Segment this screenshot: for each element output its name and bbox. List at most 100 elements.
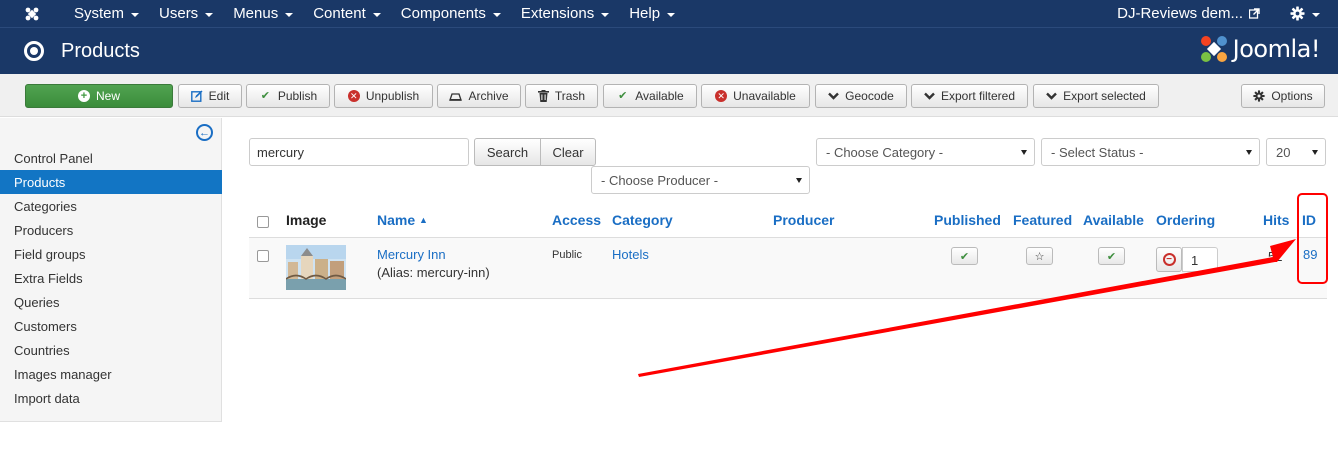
menu-extensions[interactable]: Extensions xyxy=(511,0,619,27)
caret-down-icon xyxy=(285,12,294,17)
caret-down-icon xyxy=(1312,12,1320,17)
search-button[interactable]: Search xyxy=(474,138,541,166)
limit-select[interactable]: 20 xyxy=(1266,138,1326,166)
sidebar-item-control-panel[interactable]: Control Panel xyxy=(0,146,222,170)
export-filtered-button[interactable]: Export filtered xyxy=(911,84,1028,108)
menu-label: Content xyxy=(313,5,366,22)
column-header-ordering[interactable]: Ordering xyxy=(1156,212,1215,228)
caret-down-icon xyxy=(131,12,140,17)
trash-button[interactable]: Trash xyxy=(525,84,598,108)
column-header-name[interactable]: Name ▲ xyxy=(377,212,428,228)
select-value: - Choose Category - xyxy=(826,144,944,160)
toolbar: + New Edit ✔ Publish ✕ Unpublish Archive… xyxy=(0,74,1338,117)
menu-label: Help xyxy=(629,5,661,22)
sidebar-item-customers[interactable]: Customers xyxy=(0,314,222,338)
product-thumbnail[interactable] xyxy=(286,245,346,290)
dropdown-arrow-icon xyxy=(1246,150,1252,155)
publish-button[interactable]: ✔ Publish xyxy=(246,84,330,108)
sort-asc-icon: ▲ xyxy=(419,215,428,225)
caret-down-icon xyxy=(372,12,381,17)
star-icon: ☆ xyxy=(1034,250,1045,263)
ordering-disabled-button[interactable]: − xyxy=(1156,247,1182,272)
product-name-link[interactable]: Mercury Inn xyxy=(377,247,446,262)
top-navbar: System Users Menus Content Components Ex… xyxy=(0,0,1338,27)
ordering-input[interactable]: 1 xyxy=(1182,247,1218,272)
column-header-available[interactable]: Available xyxy=(1083,212,1144,228)
column-header-access[interactable]: Access xyxy=(552,212,601,228)
button-label: New xyxy=(95,89,120,103)
joomla-menu-icon[interactable] xyxy=(0,6,64,22)
gear-icon xyxy=(1253,90,1265,102)
joomla-logo-icon xyxy=(1200,36,1227,62)
trash-icon xyxy=(537,90,549,102)
select-all-checkbox[interactable] xyxy=(257,216,269,228)
column-header-hits[interactable]: Hits xyxy=(1263,212,1289,228)
sidebar-item-countries[interactable]: Countries xyxy=(0,338,222,362)
menu-system[interactable]: System xyxy=(64,0,149,27)
column-header-id[interactable]: ID xyxy=(1302,212,1316,228)
product-id: 89 xyxy=(1303,247,1318,262)
button-label: Unpublish xyxy=(365,89,420,103)
button-label: Archive xyxy=(468,89,509,103)
menu-components[interactable]: Components xyxy=(391,0,511,27)
menu-users[interactable]: Users xyxy=(149,0,223,27)
settings-menu[interactable] xyxy=(1280,0,1338,27)
caret-down-icon xyxy=(667,12,676,17)
sidebar-item-field-groups[interactable]: Field groups xyxy=(0,242,222,266)
column-header-category[interactable]: Category xyxy=(612,212,673,228)
site-link[interactable]: DJ-Reviews dem... xyxy=(1117,5,1280,22)
available-toggle[interactable]: ✔ xyxy=(1098,247,1125,265)
export-selected-button[interactable]: Export selected xyxy=(1033,84,1159,108)
button-label: Export filtered xyxy=(940,89,1016,103)
product-access: Public xyxy=(552,249,582,261)
clear-button[interactable]: Clear xyxy=(540,138,596,166)
ordering-value: 1 xyxy=(1191,253,1199,268)
product-hits: 52 xyxy=(1268,249,1283,264)
button-label: Options xyxy=(1271,89,1313,103)
dropdown-arrow-icon xyxy=(1312,150,1318,155)
column-header-published[interactable]: Published xyxy=(934,212,1001,228)
column-header-image: Image xyxy=(286,212,327,228)
site-name: DJ-Reviews dem... xyxy=(1117,5,1243,22)
producer-select[interactable]: - Choose Producer - xyxy=(591,166,810,194)
menu-menus[interactable]: Menus xyxy=(223,0,303,27)
options-button[interactable]: Options xyxy=(1241,84,1325,108)
check-icon: ✔ xyxy=(959,250,970,263)
column-header-producer[interactable]: Producer xyxy=(773,212,834,228)
published-toggle[interactable]: ✔ xyxy=(951,247,978,265)
sidebar-item-extra-fields[interactable]: Extra Fields xyxy=(0,266,222,290)
status-select[interactable]: - Select Status - xyxy=(1041,138,1260,166)
caret-down-icon xyxy=(601,12,610,17)
category-select[interactable]: - Choose Category - xyxy=(816,138,1035,166)
menu-label: Extensions xyxy=(520,5,595,22)
check-icon: ✔ xyxy=(1106,250,1117,263)
sidebar-item-queries[interactable]: Queries xyxy=(0,290,222,314)
unavailable-button[interactable]: ✕ Unavailable xyxy=(701,84,810,108)
available-button[interactable]: ✔ Available xyxy=(603,84,697,108)
edit-button[interactable]: Edit xyxy=(178,84,242,108)
geocode-button[interactable]: Geocode xyxy=(815,84,907,108)
product-category-link[interactable]: Hotels xyxy=(612,247,649,262)
menu-help[interactable]: Help xyxy=(619,0,685,27)
header-label: Name xyxy=(377,212,416,228)
caret-down-icon xyxy=(492,12,501,17)
row-checkbox[interactable] xyxy=(257,250,269,262)
sidebar-item-products[interactable]: Products xyxy=(0,170,222,194)
menu-content[interactable]: Content xyxy=(303,0,391,27)
archive-button[interactable]: Archive xyxy=(437,84,521,108)
collapse-sidebar-icon[interactable]: ← xyxy=(196,124,213,141)
sidebar-item-producers[interactable]: Producers xyxy=(0,218,222,242)
sidebar-item-categories[interactable]: Categories xyxy=(0,194,222,218)
unpublish-button[interactable]: ✕ Unpublish xyxy=(334,84,433,108)
featured-toggle[interactable]: ☆ xyxy=(1026,247,1053,265)
menu-label: Menus xyxy=(233,5,279,22)
products-icon xyxy=(24,41,44,61)
search-input[interactable] xyxy=(249,138,469,166)
sidebar-item-images-manager[interactable]: Images manager xyxy=(0,362,222,386)
column-header-featured[interactable]: Featured xyxy=(1013,212,1072,228)
edit-icon xyxy=(190,90,203,102)
select-value: - Select Status - xyxy=(1051,144,1144,160)
new-button[interactable]: + New xyxy=(25,84,173,108)
archive-icon xyxy=(449,93,463,101)
sidebar-item-import-data[interactable]: Import data xyxy=(0,386,222,410)
